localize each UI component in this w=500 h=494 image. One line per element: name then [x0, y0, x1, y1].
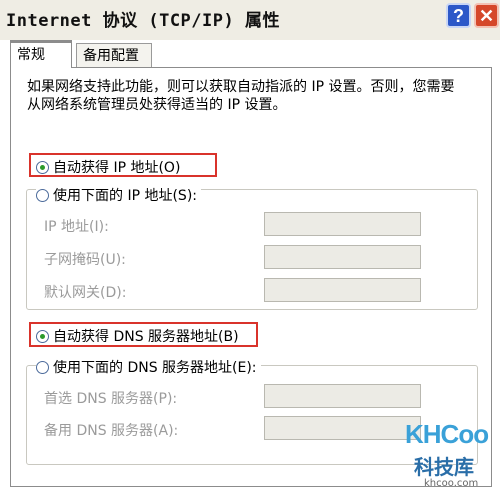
preferred-dns-field[interactable]	[264, 384, 421, 408]
radio-auto-ip[interactable]: 自动获得 IP 地址(O)	[36, 157, 180, 177]
ip-address-field[interactable]	[264, 212, 421, 236]
radio-auto-ip-indicator[interactable]	[36, 160, 49, 174]
subnet-mask-field[interactable]	[264, 245, 421, 269]
preferred-dns-label: 首选 DNS 服务器(P):	[44, 391, 178, 407]
watermark-url: khcoo.com	[424, 478, 479, 489]
radio-manual-dns-label: 使用下面的 DNS 服务器地址(E):	[53, 360, 257, 376]
title-bar: Internet 协议 (TCP/IP) 属性 ? ✕	[0, 0, 500, 40]
subnet-mask-label: 子网掩码(U):	[44, 252, 126, 268]
radio-manual-ip-indicator[interactable]	[36, 188, 49, 202]
tab-alternate-config[interactable]: 备用配置	[76, 43, 152, 68]
alternate-dns-label: 备用 DNS 服务器(A):	[44, 423, 179, 439]
radio-auto-dns-label: 自动获得 DNS 服务器地址(B)	[53, 329, 239, 345]
description-text: 如果网络支持此功能，则可以获取自动指派的 IP 设置。否则，您需要从网络系统管理…	[27, 79, 455, 113]
radio-manual-dns-indicator[interactable]	[36, 360, 49, 374]
default-gateway-label: 默认网关(D):	[44, 285, 127, 301]
watermark-logo: KHCoo	[405, 419, 489, 449]
radio-auto-dns[interactable]: 自动获得 DNS 服务器地址(B)	[36, 326, 239, 346]
radio-auto-dns-indicator[interactable]	[36, 329, 49, 343]
watermark-name: 科技库	[414, 455, 474, 479]
ip-address-label: IP 地址(I):	[44, 219, 109, 235]
window-title: Internet 协议 (TCP/IP) 属性	[6, 11, 280, 31]
radio-auto-ip-label: 自动获得 IP 地址(O)	[53, 160, 181, 176]
radio-manual-ip-label: 使用下面的 IP 地址(S):	[53, 188, 197, 204]
tab-general[interactable]: 常规	[10, 40, 72, 68]
dns-group-box	[26, 365, 478, 465]
default-gateway-field[interactable]	[264, 278, 421, 302]
help-button[interactable]: ?	[446, 3, 471, 28]
radio-manual-dns[interactable]: 使用下面的 DNS 服务器地址(E):	[36, 357, 261, 377]
alternate-dns-field[interactable]	[264, 416, 421, 440]
close-button[interactable]: ✕	[474, 3, 499, 28]
radio-manual-ip[interactable]: 使用下面的 IP 地址(S):	[36, 185, 201, 205]
